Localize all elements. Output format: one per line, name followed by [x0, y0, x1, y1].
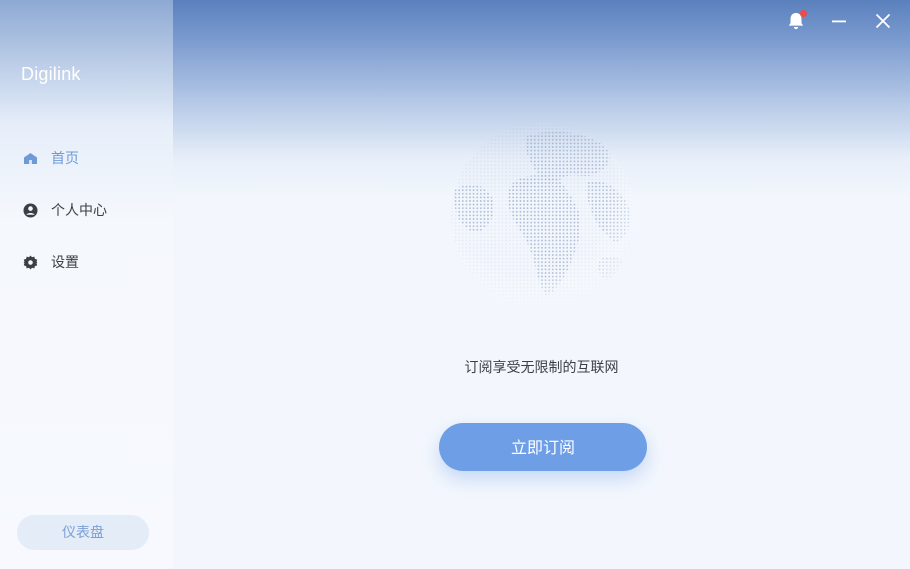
- subscription-slogan: 订阅享受无限制的互联网: [464, 360, 619, 376]
- sidebar-item-label: 个人中心: [51, 203, 107, 219]
- globe-icon: [443, 120, 643, 310]
- close-button[interactable]: [872, 10, 894, 32]
- dashboard-button[interactable]: 仪表盘: [17, 515, 149, 550]
- bell-icon: [785, 13, 807, 36]
- home-icon: [23, 151, 38, 166]
- sidebar-item-profile[interactable]: 个人中心: [0, 192, 173, 228]
- subscribe-button[interactable]: 立即订阅: [439, 423, 647, 471]
- app-title: Digilink: [21, 64, 81, 84]
- notification-button[interactable]: [785, 10, 807, 32]
- notification-badge: [800, 10, 807, 17]
- minimize-button[interactable]: [828, 10, 850, 32]
- sidebar-item-label: 设置: [51, 255, 79, 271]
- minimize-icon: [828, 17, 850, 36]
- sidebar-item-label: 首页: [51, 151, 79, 167]
- sidebar-item-home[interactable]: 首页: [0, 140, 173, 176]
- close-icon: [872, 13, 894, 36]
- sidebar: Digilink 首页 个人中心 设置 仪表盘: [0, 0, 173, 569]
- sidebar-item-settings[interactable]: 设置: [0, 244, 173, 280]
- main-panel: 订阅享受无限制的互联网 立即订阅: [173, 0, 910, 569]
- gear-icon: [23, 255, 38, 270]
- user-icon: [23, 203, 38, 218]
